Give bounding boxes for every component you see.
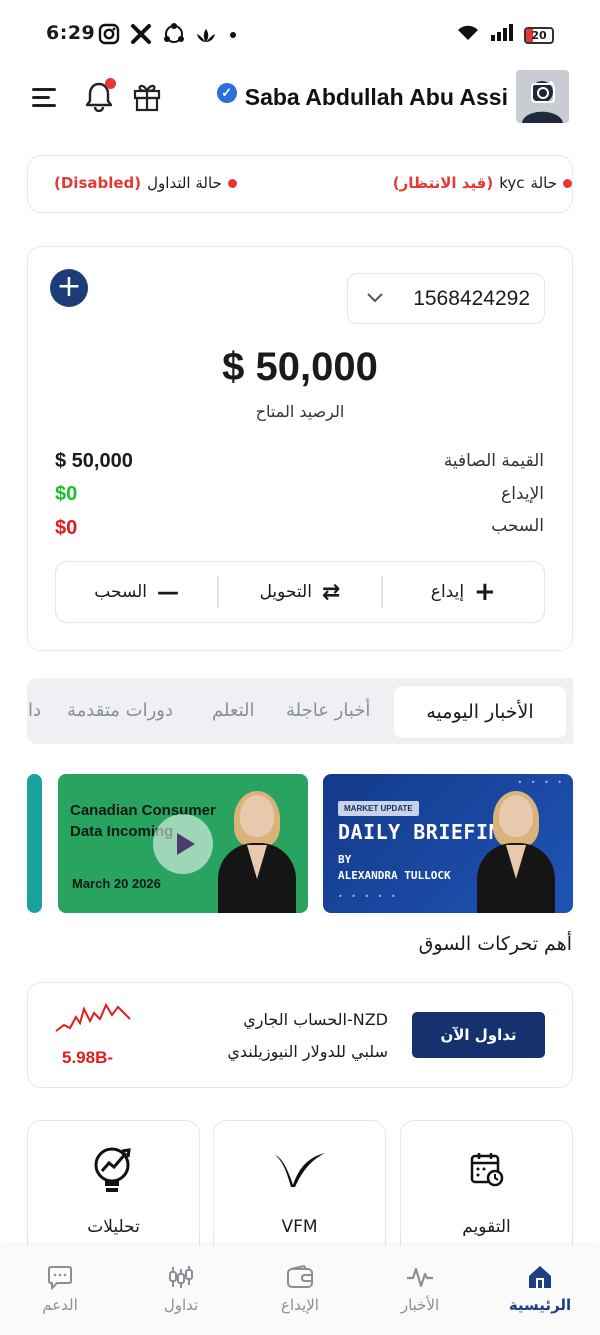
account-selector[interactable]: 1568424292 xyxy=(347,273,545,324)
trade-now-button[interactable]: تداول الآن xyxy=(412,1012,545,1058)
chevron-down-icon xyxy=(366,289,384,308)
pulse-icon xyxy=(365,1262,475,1292)
kyc-status-dot xyxy=(563,178,572,188)
presenter-image xyxy=(214,791,300,913)
net-value: $ 50,000 xyxy=(55,450,133,472)
nav-news-label: الأخبار xyxy=(400,1296,440,1314)
tab-breaking-news[interactable]: أخبار عاجلة xyxy=(286,700,370,721)
x-icon xyxy=(130,23,152,50)
nav-news[interactable]: الأخبار xyxy=(365,1262,475,1314)
analysis-icon xyxy=(92,1145,136,1203)
nav-support[interactable]: الدعم xyxy=(5,1262,115,1314)
media-card-partial[interactable] xyxy=(27,774,42,913)
transfer-button-label: التحويل xyxy=(259,582,312,602)
kyc-value: (قيد الانتظار) xyxy=(392,174,494,192)
decor-dots: • • • • xyxy=(517,778,565,787)
tab-daily-news[interactable]: الأخبار اليوميه xyxy=(394,686,566,738)
kyc-status: حالة kyc (قيد الانتظار) xyxy=(393,174,572,192)
tab-learning[interactable]: التعلم xyxy=(212,700,255,721)
market-update-badge: MARKET UPDATE xyxy=(338,801,419,816)
wallet-icon xyxy=(245,1262,355,1292)
trading-label: حالة التداول xyxy=(147,174,222,192)
candlestick-icon xyxy=(126,1262,236,1292)
notification-bell-icon[interactable] xyxy=(84,78,116,113)
wifi-icon xyxy=(456,24,480,46)
chat-icon xyxy=(5,1262,115,1292)
tab-partial[interactable]: دا xyxy=(27,700,41,721)
sparkline-chart xyxy=(54,995,134,1037)
media-card-daily-briefing[interactable]: • • • • MARKET UPDATE DAILY BRIEFING BY … xyxy=(323,774,573,913)
battery-icon: 20 xyxy=(524,26,554,44)
withdraw-button[interactable]: السحب — xyxy=(56,580,217,605)
account-number: 1568424292 xyxy=(413,286,530,310)
market-mover-title: NZD-الحساب الجاري xyxy=(243,1010,388,1029)
trading-status: (Disabled) حالة التداول xyxy=(54,174,237,192)
decor-dots: • • • • • xyxy=(338,892,399,901)
status-bar-right: 20 xyxy=(456,24,554,46)
media-card-date: March 20 2026 xyxy=(72,876,161,891)
notification-badge xyxy=(105,78,116,89)
media-card-byline: BY ALEXANDRA TULLOCK xyxy=(338,852,451,884)
add-account-button[interactable]: + xyxy=(50,269,88,307)
tile-calendar-label: التقويم xyxy=(462,1217,511,1237)
market-mover-subtitle: سلبي للدولار النيوزيلندي xyxy=(227,1042,388,1061)
deposit-value: $0 xyxy=(55,483,78,505)
tab-advanced-courses[interactable]: دورات متقدمة xyxy=(67,700,173,721)
deposit-label: الإيداع xyxy=(501,484,544,504)
menu-icon[interactable] xyxy=(32,88,56,112)
nav-deposit-label: الإيداع xyxy=(281,1296,319,1314)
account-actions: السحب — التحويل ⇄ إيداع + xyxy=(55,561,545,623)
share-icon xyxy=(162,22,186,51)
calendar-icon xyxy=(469,1151,505,1191)
deposit-button[interactable]: إيداع + xyxy=(383,577,544,607)
nav-deposit[interactable]: الإيداع xyxy=(245,1262,355,1314)
signal-icon xyxy=(490,24,514,46)
nav-home[interactable]: الرئيسية xyxy=(485,1262,595,1314)
nav-trade-label: تداول xyxy=(163,1296,199,1314)
minus-icon: — xyxy=(157,579,180,605)
home-icon xyxy=(485,1262,595,1292)
deposit-button-label: إيداع xyxy=(430,582,465,602)
user-name-header: ✓ Saba Abdullah Abu Assi xyxy=(216,82,508,111)
status-bar-time: 6:29 xyxy=(46,22,96,44)
play-icon[interactable] xyxy=(153,814,213,874)
plus-icon: + xyxy=(474,577,496,607)
withdraw-label: السحب xyxy=(491,516,544,536)
available-balance-label: الرصيد المتاح xyxy=(255,402,345,421)
nav-trade[interactable]: تداول xyxy=(126,1262,236,1314)
instagram-icon xyxy=(98,23,120,50)
transfer-button[interactable]: التحويل ⇄ xyxy=(219,580,380,605)
lotus-icon xyxy=(195,25,217,49)
avatar[interactable] xyxy=(516,70,569,123)
verified-icon: ✓ xyxy=(216,82,237,103)
presenter-image xyxy=(473,791,559,913)
media-card-canadian-consumer[interactable]: Canadian Consumer Data Incoming March 20… xyxy=(58,774,308,913)
user-name: Saba Abdullah Abu Assi xyxy=(244,84,508,110)
tile-analysis-label: تحليلات xyxy=(87,1217,140,1237)
market-mover-value: 5.98B- xyxy=(62,1048,114,1067)
byline-author: ALEXANDRA TULLOCK xyxy=(338,869,451,882)
withdraw-value: $0 xyxy=(55,517,78,539)
notification-dot xyxy=(230,32,236,38)
kyc-label: حالة xyxy=(530,174,557,192)
trading-value: (Disabled) xyxy=(54,174,142,192)
swap-icon: ⇄ xyxy=(321,579,341,605)
kyc-key: kyc xyxy=(499,174,525,192)
gift-icon[interactable] xyxy=(132,80,162,112)
tile-vfm-label: VFM xyxy=(281,1217,318,1237)
vfm-logo-icon xyxy=(273,1149,327,1193)
nav-home-label: الرئيسية xyxy=(508,1296,572,1314)
withdraw-button-label: السحب xyxy=(94,582,148,602)
trading-status-dot xyxy=(227,178,237,188)
byline-by: BY xyxy=(338,853,352,866)
net-value-label: القيمة الصافية xyxy=(443,451,544,471)
available-balance: $ 50,000 xyxy=(222,345,378,389)
nav-support-label: الدعم xyxy=(42,1296,78,1314)
market-movers-title: أهم تحركات السوق xyxy=(418,933,572,955)
